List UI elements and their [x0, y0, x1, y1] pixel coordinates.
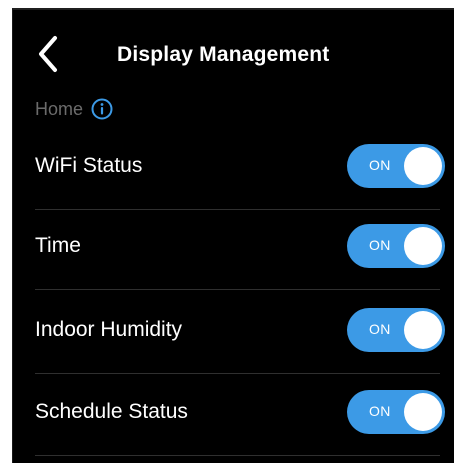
toggle-knob — [404, 147, 442, 185]
toggle-state-label: ON — [369, 321, 391, 337]
setting-row-wifi-status: WiFi Status ON — [13, 130, 454, 210]
setting-label: WiFi Status — [35, 154, 143, 177]
breadcrumb-home-label: Home — [35, 98, 84, 119]
header: Display Management — [13, 10, 454, 98]
toggle-state-label: ON — [369, 237, 391, 253]
wifi-status-toggle[interactable]: ON — [347, 144, 445, 188]
divider — [35, 373, 440, 374]
schedule-status-toggle[interactable]: ON — [347, 390, 445, 434]
setting-row-indoor-humidity: Indoor Humidity ON — [13, 294, 454, 374]
setting-label: Time — [35, 234, 81, 257]
back-button[interactable] — [31, 32, 67, 76]
indoor-humidity-toggle[interactable]: ON — [347, 308, 445, 352]
toggle-knob — [404, 393, 442, 431]
toggle-knob — [404, 311, 442, 349]
setting-row-time: Time ON — [13, 210, 454, 290]
toggle-knob — [404, 227, 442, 265]
divider — [35, 455, 440, 456]
toggle-state-label: ON — [369, 403, 391, 419]
setting-row-schedule-status: Schedule Status ON — [13, 376, 454, 456]
setting-label: Indoor Humidity — [35, 318, 183, 341]
chevron-left-icon — [39, 36, 57, 72]
info-circle-icon[interactable] — [91, 98, 113, 120]
display-management-screen: Display Management Home WiFi Status ON T… — [12, 8, 454, 463]
time-toggle[interactable]: ON — [347, 224, 445, 268]
divider — [35, 289, 440, 290]
setting-label: Schedule Status — [35, 400, 188, 423]
toggle-state-label: ON — [369, 157, 391, 173]
page-title: Display Management — [117, 43, 330, 66]
breadcrumb: Home — [35, 96, 113, 122]
